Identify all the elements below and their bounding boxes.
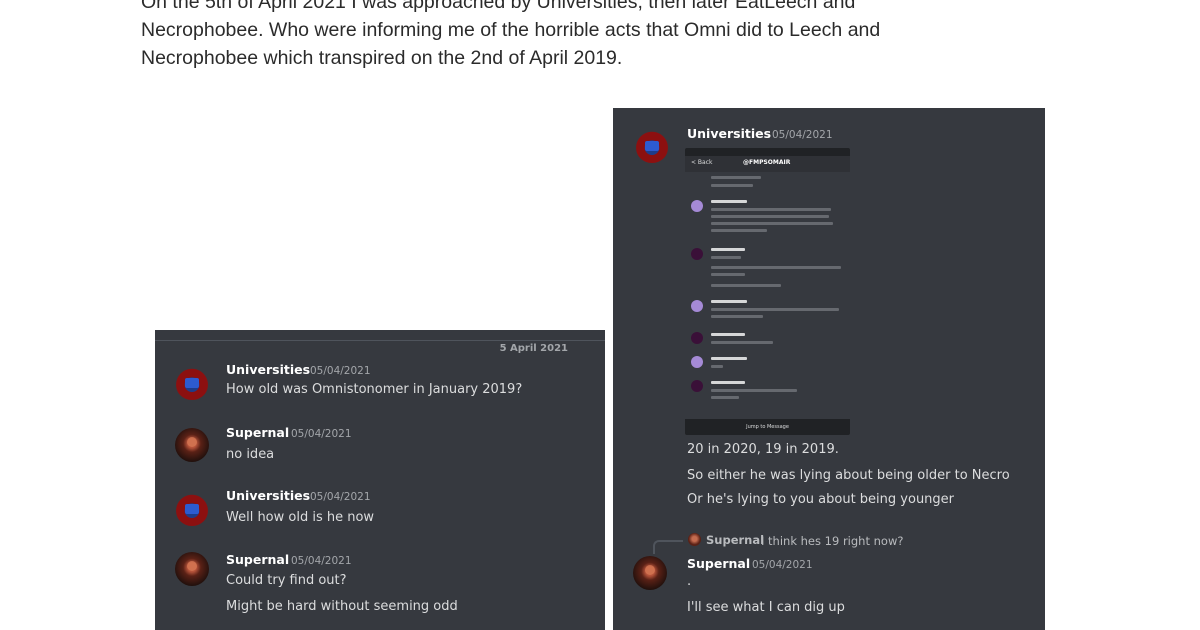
blurred-text bbox=[711, 389, 797, 392]
universities-avatar[interactable] bbox=[175, 366, 209, 400]
embedded-dm-screenshot[interactable]: < Back @FMPSOMAIR Jump to Message bbox=[685, 148, 850, 435]
article-line: Necrophobee which transpired on the 2nd … bbox=[141, 47, 623, 69]
blurred-name bbox=[711, 357, 747, 360]
blurred-name bbox=[711, 333, 745, 336]
timestamp: 05/04/2021 bbox=[291, 555, 352, 567]
message-text: no idea bbox=[226, 447, 275, 462]
article-line: Necrophobee. Who were informing me of th… bbox=[141, 19, 881, 41]
date-divider-label: 5 April 2021 bbox=[495, 343, 572, 354]
timestamp: 05/04/2021 bbox=[310, 365, 371, 377]
date-divider: 5 April 2021 bbox=[155, 340, 605, 354]
fmpsomair-avatar bbox=[691, 332, 703, 344]
supernal-avatar[interactable] bbox=[633, 556, 667, 590]
username[interactable]: Supernal bbox=[226, 552, 289, 567]
message-text: I'll see what I can dig up bbox=[687, 600, 845, 615]
username[interactable]: Universities bbox=[687, 126, 771, 141]
dm-header: < Back @FMPSOMAIR bbox=[685, 156, 850, 172]
necrophobee-avatar bbox=[691, 200, 703, 212]
blurred-name bbox=[711, 200, 747, 203]
universities-avatar[interactable] bbox=[635, 129, 669, 163]
blurred-text bbox=[711, 256, 741, 259]
message-text: Might be hard without seeming odd bbox=[226, 599, 458, 614]
discord-screenshot-left: 5 April 2021 Universities 05/04/2021 How… bbox=[155, 330, 605, 630]
blurred-text bbox=[711, 222, 833, 225]
blurred-text bbox=[711, 176, 761, 179]
fmpsomair-avatar bbox=[691, 248, 703, 260]
reply-preview-text[interactable]: I think hes 19 right now? bbox=[761, 534, 903, 548]
timestamp: 05/04/2021 bbox=[752, 559, 813, 571]
blurred-name bbox=[711, 248, 745, 251]
message-text: Or he's lying to you about being younger bbox=[687, 492, 955, 507]
blurred-text bbox=[711, 315, 763, 318]
supernal-avatar bbox=[688, 533, 701, 546]
blurred-text bbox=[711, 341, 773, 344]
blurred-text bbox=[711, 184, 753, 187]
article-paragraph: On the 5th of April 2021 I was approache… bbox=[141, 0, 981, 72]
necrophobee-avatar bbox=[691, 300, 703, 312]
blurred-text bbox=[711, 365, 723, 368]
message-text: How old was Omnistonomer in January 2019… bbox=[226, 382, 523, 397]
timestamp: 05/04/2021 bbox=[310, 491, 371, 503]
supernal-avatar[interactable] bbox=[175, 552, 209, 586]
blurred-text bbox=[711, 215, 829, 218]
blurred-text bbox=[711, 229, 767, 232]
username[interactable]: Supernal bbox=[687, 556, 750, 571]
jump-to-message-button[interactable]: Jump to Message bbox=[685, 419, 850, 435]
discord-screenshot-right: Universities 05/04/2021 < Back @FMPSOMAI… bbox=[613, 108, 1045, 630]
message-text: Could try find out? bbox=[226, 573, 347, 588]
reply-username[interactable]: Supernal bbox=[706, 533, 764, 547]
username[interactable]: Supernal bbox=[226, 425, 289, 440]
blurred-text bbox=[711, 396, 739, 399]
blurred-text bbox=[711, 284, 781, 287]
timestamp: 05/04/2021 bbox=[291, 428, 352, 440]
username[interactable]: Universities bbox=[226, 488, 310, 503]
message-text: Well how old is he now bbox=[226, 510, 375, 525]
fmpsomair-avatar bbox=[691, 380, 703, 392]
dm-title: @FMPSOMAIR bbox=[743, 159, 791, 166]
article-line: On the 5th of April 2021 I was approache… bbox=[141, 0, 856, 13]
message-text: So either he was lying about being older… bbox=[687, 468, 1010, 483]
blurred-name bbox=[711, 300, 747, 303]
reply-connector-icon bbox=[653, 540, 683, 554]
supernal-avatar[interactable] bbox=[175, 428, 209, 462]
blurred-text bbox=[711, 266, 841, 269]
blurred-text bbox=[711, 273, 745, 276]
timestamp: 05/04/2021 bbox=[772, 129, 833, 141]
back-button: < Back bbox=[691, 159, 713, 166]
universities-avatar[interactable] bbox=[175, 492, 209, 526]
message-text: 20 in 2020, 19 in 2019. bbox=[687, 442, 839, 457]
message-text: . bbox=[687, 574, 692, 589]
blurred-name bbox=[711, 381, 745, 384]
username[interactable]: Universities bbox=[226, 362, 310, 377]
blurred-text bbox=[711, 208, 831, 211]
necrophobee-avatar bbox=[691, 356, 703, 368]
phone-status-bar bbox=[685, 148, 850, 156]
blurred-text bbox=[711, 308, 839, 311]
